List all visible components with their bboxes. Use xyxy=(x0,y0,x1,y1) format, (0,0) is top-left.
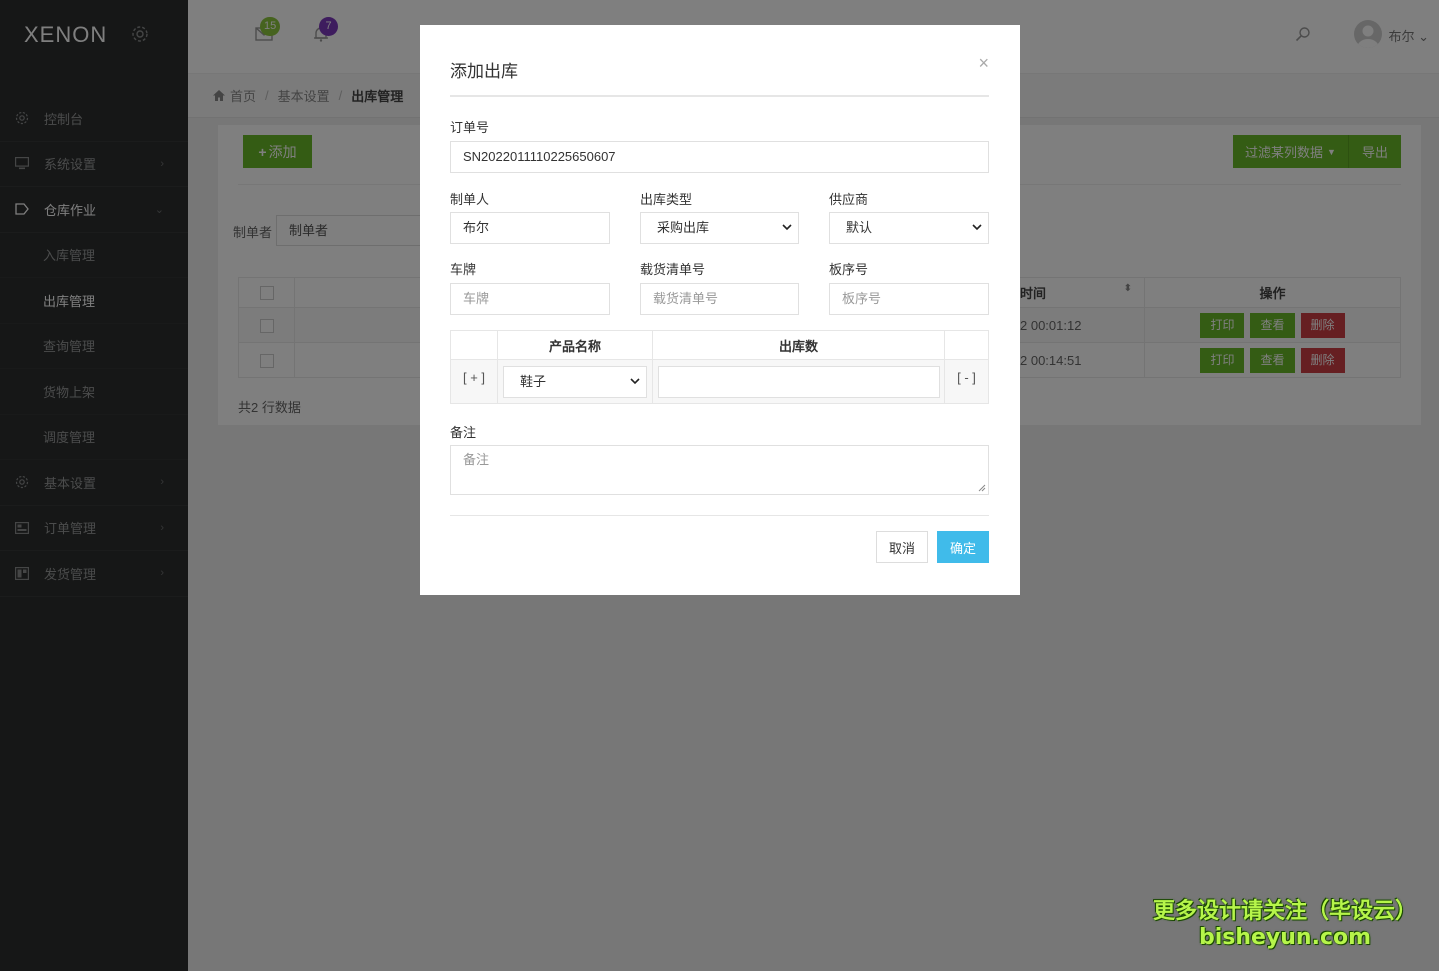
manifest-label: 载货清单号 xyxy=(640,262,706,277)
chevron-down-icon xyxy=(630,378,640,385)
col-header-product: 产品名称 xyxy=(497,330,653,360)
remark-label: 备注 xyxy=(450,425,477,440)
remark-textarea[interactable]: 备注 xyxy=(450,445,989,495)
product-row: [ + ] 鞋子 [ - ] xyxy=(450,359,989,404)
supplier-label: 供应商 xyxy=(829,192,869,207)
modal-divider xyxy=(450,95,989,97)
order-no-label: 订单号 xyxy=(450,120,490,135)
remark-placeholder: 备注 xyxy=(463,452,490,467)
confirm-button[interactable]: 确定 xyxy=(937,531,989,563)
add-outbound-modal: 添加出库 × 订单号 SN2022011110225650607 制单人 布尔 … xyxy=(420,25,1020,595)
product-value: 鞋子 xyxy=(520,374,547,389)
order-no-input[interactable]: SN2022011110225650607 xyxy=(450,141,989,173)
modal-title: 添加出库 xyxy=(450,62,518,81)
chevron-down-icon xyxy=(782,224,792,231)
supplier-value: 默认 xyxy=(846,220,873,235)
plate-label: 车牌 xyxy=(450,262,477,277)
product-cell: 鞋子 xyxy=(497,359,653,404)
watermark: 更多设计请关注（毕设云） bisheyun.com xyxy=(1140,893,1430,950)
manifest-input[interactable]: 载货清单号 xyxy=(640,283,799,315)
creator-label: 制单人 xyxy=(450,192,490,207)
qty-cell xyxy=(652,359,945,404)
resize-grip-icon[interactable] xyxy=(978,484,986,492)
product-table: 产品名称 出库数 [ + ] 鞋子 [ - ] xyxy=(450,330,989,404)
add-row-button[interactable]: [ + ] xyxy=(450,359,498,404)
qty-input[interactable] xyxy=(658,366,940,398)
cancel-button[interactable]: 取消 xyxy=(876,531,928,563)
col-header-remove xyxy=(944,330,989,360)
product-select[interactable]: 鞋子 xyxy=(503,366,647,398)
pallet-label: 板序号 xyxy=(829,262,869,277)
watermark-line1: 更多设计请关注（毕设云） xyxy=(1152,899,1417,924)
modal-footer-divider xyxy=(450,515,989,516)
product-table-header: 产品名称 出库数 xyxy=(450,330,989,360)
out-type-select[interactable]: 采购出库 xyxy=(640,212,799,244)
out-type-label: 出库类型 xyxy=(640,192,693,207)
plate-input[interactable]: 车牌 xyxy=(450,283,610,315)
supplier-select[interactable]: 默认 xyxy=(829,212,989,244)
creator-input[interactable]: 布尔 xyxy=(450,212,610,244)
col-header-qty: 出库数 xyxy=(652,330,945,360)
chevron-down-icon xyxy=(972,224,982,231)
pallet-input[interactable]: 板序号 xyxy=(829,283,989,315)
close-icon[interactable]: × xyxy=(978,53,989,74)
out-type-value: 采购出库 xyxy=(657,220,710,235)
watermark-line2: bisheyun.com xyxy=(1198,925,1372,950)
remove-row-button[interactable]: [ - ] xyxy=(944,359,989,404)
col-header-add xyxy=(450,330,498,360)
